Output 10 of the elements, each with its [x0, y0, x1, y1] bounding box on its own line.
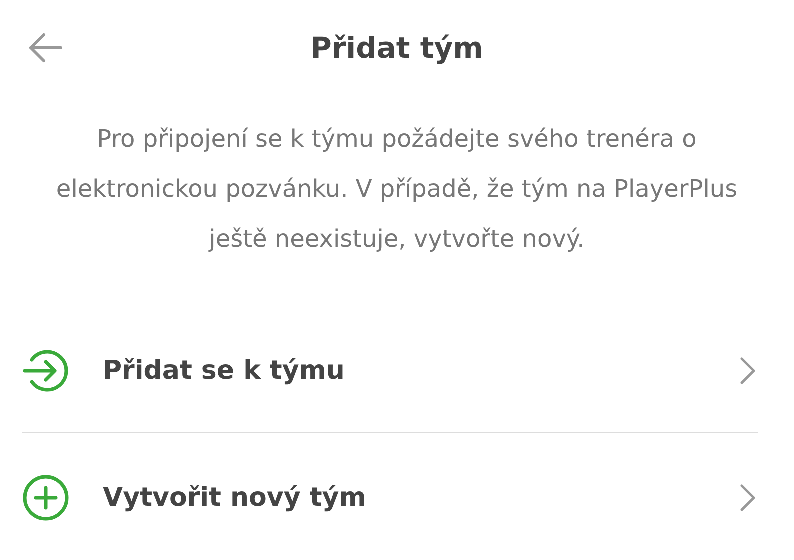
menu-item-label: Přidat se k týmu — [103, 356, 346, 386]
description-text: Pro připojení se k týmu požádejte svého trenéra o elektronickou pozvánku. V případě, že tým na PlayerPlus ještě neexistuje, vytvořte nový. — [55, 124, 739, 255]
menu-item-label: Vytvořit nový tým — [103, 483, 368, 513]
chevron-right-icon — [738, 356, 758, 386]
plus-circle-icon — [22, 474, 70, 522]
chevron-right-icon — [738, 483, 758, 513]
menu-item[interactable]: Přidat se k týmu — [22, 310, 758, 432]
enter-icon — [22, 347, 70, 395]
page-title: Přidat tým — [310, 31, 484, 65]
menu-item[interactable]: Vytvořit nový tým — [22, 432, 758, 560]
